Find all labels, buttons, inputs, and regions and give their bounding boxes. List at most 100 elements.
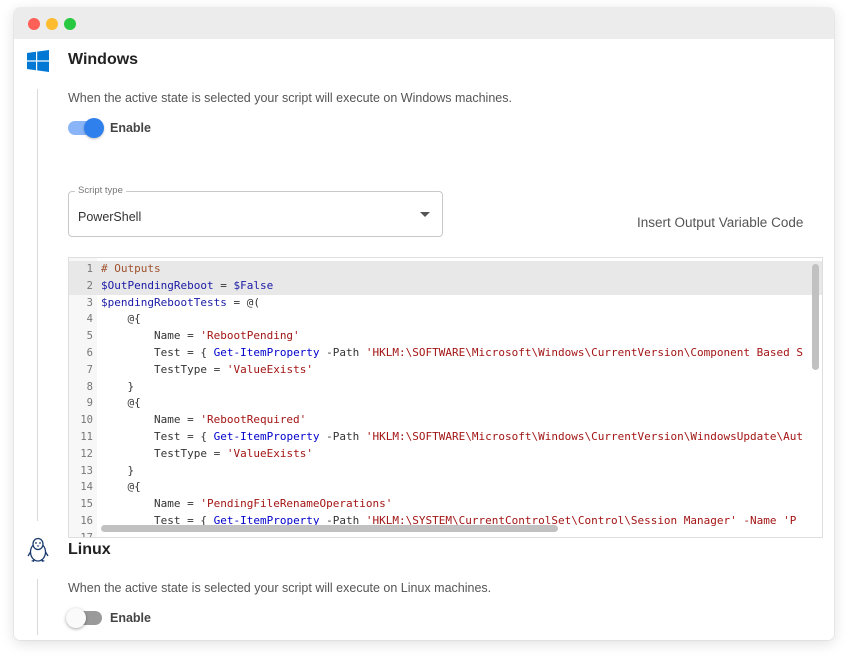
- windows-section-divider: [37, 89, 38, 521]
- app-window: Windows When the active state is selecte…: [14, 8, 834, 640]
- code-token: @{: [101, 480, 141, 494]
- code-text: Name = 'RebootPending': [101, 328, 300, 345]
- code-line: 2 $OutPendingReboot = $False: [69, 277, 822, 295]
- code-line: 10 Name = 'RebootRequired': [69, 412, 822, 429]
- code-token: Test = {: [101, 430, 214, 443]
- code-line: 11 Test = { Get-ItemProperty -Path 'HKLM…: [69, 429, 822, 446]
- line-number: 1: [86, 263, 93, 275]
- code-token: 'RebootPending': [200, 329, 300, 343]
- code-token: }: [101, 379, 135, 393]
- code-token: 'HKLM:\SOFTWARE\Microsoft\Windows\Curren…: [365, 346, 804, 359]
- linux-section-divider: [37, 579, 38, 635]
- line-number: 9: [86, 397, 93, 410]
- code-token: 'ValueExists': [226, 446, 313, 460]
- code-token: 'ValueExists': [226, 362, 313, 376]
- line-number: 13: [80, 464, 93, 477]
- code-line: 8 }: [69, 379, 822, 396]
- code-line: 4 @{: [69, 311, 822, 328]
- insert-output-variable-link[interactable]: Insert Output Variable Code: [637, 215, 803, 230]
- line-number: 4: [86, 313, 93, 326]
- code-token: = @(: [226, 295, 260, 309]
- code-token: @{: [101, 312, 141, 326]
- code-line: 13 }: [69, 463, 822, 480]
- code-token: 'PendingFileRenameOperations': [200, 497, 393, 511]
- code-line: 1 # Outputs: [69, 261, 822, 278]
- toggle-knob: [84, 118, 104, 138]
- code-text: Test = { Get-ItemProperty -Path 'HKLM:\S…: [101, 429, 803, 446]
- title-bar: [14, 8, 834, 39]
- line-number: 2: [86, 279, 93, 292]
- code-token: Get-ItemProperty: [213, 346, 320, 359]
- line-number: 8: [86, 380, 93, 393]
- code-text: TestType = 'ValueExists': [101, 362, 313, 379]
- line-number: 15: [80, 498, 93, 511]
- line-number: 10: [80, 414, 93, 427]
- code-token: -Path: [319, 430, 366, 443]
- code-token: -Path: [319, 346, 366, 359]
- linux-description: When the active state is selected your s…: [68, 581, 492, 595]
- code-token: Name =: [101, 329, 201, 343]
- code-text: Name = 'PendingFileRenameOperations': [101, 496, 392, 513]
- code-token: @{: [101, 396, 141, 410]
- script-type-legend: Script type: [75, 185, 126, 196]
- minimize-window-button[interactable]: [46, 18, 58, 30]
- script-settings-panel: Windows When the active state is selecte…: [14, 39, 834, 640]
- code-text: # Outputs: [101, 261, 161, 278]
- code-token: =: [213, 278, 234, 292]
- linux-enable-label: Enable: [110, 611, 151, 625]
- code-token: Test = {: [101, 346, 214, 359]
- code-token: 'HKLM:\SOFTWARE\Microsoft\Windows\Curren…: [365, 430, 804, 443]
- code-text: }: [101, 379, 134, 396]
- code-text: Test = { Get-ItemProperty -Path 'HKLM:\S…: [101, 345, 803, 362]
- code-text: $OutPendingReboot = $False: [101, 278, 273, 295]
- code-token: Get-ItemProperty: [213, 430, 320, 443]
- code-line: 9 @{: [69, 395, 822, 412]
- linux-enable-toggle[interactable]: [66, 608, 102, 628]
- code-text: Name = 'RebootRequired': [101, 412, 306, 429]
- code-line: 5 Name = 'RebootPending': [69, 328, 822, 345]
- code-token: TestType =: [101, 362, 227, 376]
- code-token: }: [101, 463, 135, 477]
- code-text: }: [101, 463, 134, 480]
- code-token: $False: [233, 278, 274, 292]
- code-token: Name =: [101, 413, 201, 427]
- horizontal-scrollbar[interactable]: [101, 525, 558, 532]
- code-token: TestType =: [101, 446, 227, 460]
- line-number: 11: [80, 431, 93, 443]
- code-token: $pendingRebootTests: [101, 295, 227, 309]
- line-number: 6: [86, 347, 93, 359]
- code-editor[interactable]: 1 # Outputs 2 $OutPendingReboot = $False 3 $p…: [68, 257, 823, 538]
- vertical-scrollbar[interactable]: [812, 264, 819, 370]
- line-number: 14: [80, 481, 93, 494]
- windows-enable-label: Enable: [110, 121, 151, 135]
- line-number: 7: [86, 363, 93, 376]
- line-number: 12: [80, 447, 93, 460]
- line-number: 5: [86, 330, 93, 343]
- line-number: 17: [80, 531, 93, 538]
- code-token: $OutPendingReboot: [101, 278, 214, 292]
- code-line: 3 $pendingRebootTests = @(: [69, 295, 822, 312]
- code-text: $pendingRebootTests = @(: [101, 295, 260, 312]
- code-line: 15 Name = 'PendingFileRenameOperations': [69, 496, 822, 513]
- close-window-button[interactable]: [28, 18, 40, 30]
- code-text: @{: [101, 395, 141, 412]
- code-token: # Outputs: [101, 262, 161, 275]
- line-number: 3: [86, 296, 93, 309]
- linux-section-title: Linux: [68, 541, 111, 558]
- maximize-window-button[interactable]: [64, 18, 76, 30]
- code-line: 12 TestType = 'ValueExists': [69, 446, 822, 463]
- code-text: @{: [101, 311, 141, 328]
- code-text: TestType = 'ValueExists': [101, 446, 313, 463]
- linux-tux-icon: [27, 537, 49, 568]
- script-type-select[interactable]: Script type PowerShell: [68, 185, 443, 237]
- toggle-knob: [66, 608, 86, 628]
- line-number: 16: [80, 515, 93, 527]
- code-token: Name =: [101, 497, 201, 511]
- code-line: 14 @{: [69, 479, 822, 496]
- windows-enable-toggle[interactable]: [68, 118, 104, 138]
- windows-section-title: Windows: [68, 51, 139, 68]
- windows-logo-icon: [27, 50, 49, 77]
- code-text: @{: [101, 479, 141, 496]
- code-line: 7 TestType = 'ValueExists': [69, 362, 822, 379]
- windows-description: When the active state is selected your s…: [68, 91, 512, 105]
